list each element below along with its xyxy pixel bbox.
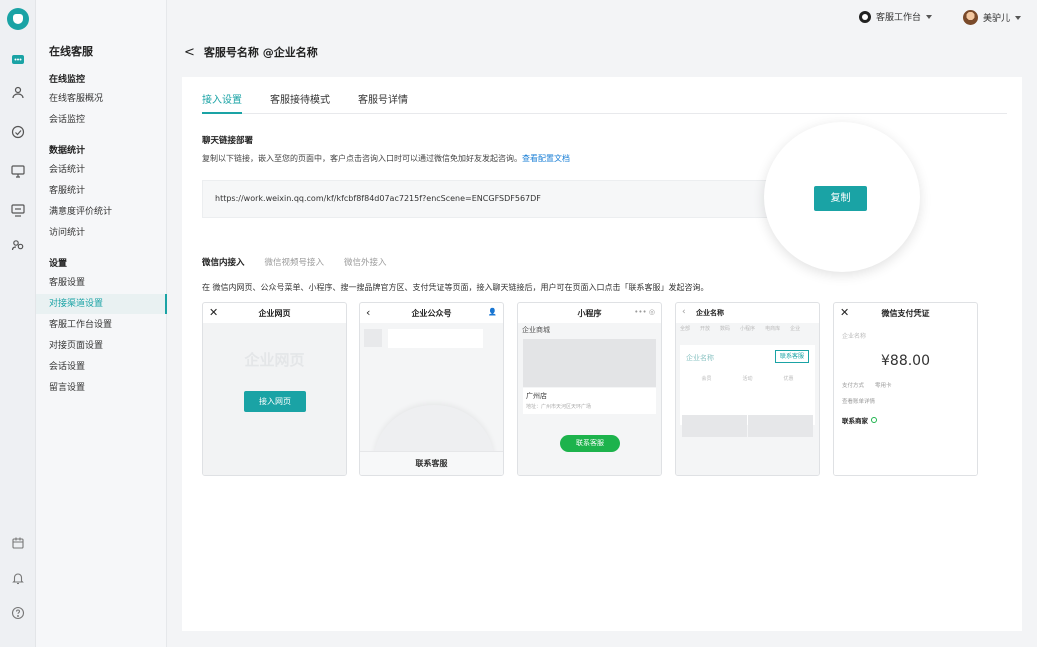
preview-web-button: 接入网页	[244, 391, 306, 412]
chevron-down-icon	[1015, 15, 1022, 20]
preview-mp-shop: 企业商城	[522, 326, 550, 334]
main-card: 接入设置 客服接待模式 客服号详情 聊天链接部署 复制以下链接，嵌入至您的页面中…	[182, 77, 1022, 631]
workbench-label: 客服工作台	[876, 13, 922, 23]
sidebar-group-stats: 数据统计	[49, 146, 86, 156]
sidebar-item-session-settings[interactable]: 会话设置	[36, 357, 167, 377]
sidebar-item-workbench-settings[interactable]: 客服工作台设置	[36, 315, 167, 335]
ent-feature-icons: 会员 活动 优惠	[701, 376, 794, 382]
subtab-description: 在 微信内网页、公众号菜单、小程序、搜一搜品牌官方区、支付凭证等页面，接入聊天链…	[202, 283, 709, 292]
preview-mp-button: 联系客服	[560, 435, 620, 452]
preview-web: ✕ 企业网页 企业网页 接入网页	[202, 302, 347, 476]
ent-tile	[748, 415, 813, 437]
back-icon: ‹	[682, 307, 686, 317]
chat-link-url: https://work.weixin.qq.com/kf/kfcbf8f84d…	[215, 194, 541, 203]
pay-contact-merchant: 联系商家	[842, 415, 877, 425]
sidebar-item-visit-stats[interactable]: 访问统计	[36, 223, 167, 243]
help-icon[interactable]	[10, 605, 26, 621]
close-icon: ✕	[840, 306, 850, 319]
access-subtabs: 微信内接入 微信视频号接入 微信外接入	[202, 256, 387, 268]
people-icon[interactable]	[10, 237, 26, 253]
user-name: 美驴儿	[983, 14, 1011, 24]
sidebar-item-agent-settings[interactable]: 客服设置	[36, 273, 167, 293]
page-header: < 客服号名称 @企业名称	[184, 44, 318, 60]
preview-oa-title: 企业公众号	[411, 308, 452, 318]
close-icon: ✕	[209, 306, 219, 319]
top-bar: 客服工作台 美驴儿	[167, 0, 1037, 34]
sidebar-item-message-settings[interactable]: 留言设置	[36, 378, 167, 398]
headset-small-icon	[871, 417, 877, 423]
chat-icon[interactable]	[10, 52, 26, 68]
person-icon: 👤	[488, 308, 497, 316]
preview-oa-contact: 联系客服	[360, 451, 503, 475]
monitor-icon[interactable]	[10, 202, 26, 218]
preview-mini-program: 小程序 ••• ◎ 企业商城 广州店 地址：广州市天河区天环广场 联系客服	[517, 302, 662, 476]
ent-category-tabs: 全部 开放 数码 小程序 电商库 企业	[680, 326, 801, 332]
preview-mp-title: 小程序	[577, 308, 602, 318]
mp-store-name: 广州店	[526, 392, 547, 400]
back-arrow-icon[interactable]: <	[184, 45, 195, 60]
user-tree-icon[interactable]	[10, 85, 26, 101]
mp-store-addr: 地址：广州市天河区天环广场	[526, 404, 592, 410]
sidebar-item-page-settings[interactable]: 对接页面设置	[36, 336, 167, 356]
sidebar-item-session-stats[interactable]: 会话统计	[36, 160, 167, 180]
ent-profile-card: 企业名称 联系客服 会员 活动 优惠	[680, 345, 815, 425]
gauge-icon[interactable]	[10, 124, 26, 140]
magnifier-highlight: 复制	[764, 122, 920, 272]
preview-payment: ✕ 微信支付凭证 企业名称 ¥88.00 支付方式 零用卡 查看账单详情 联系商…	[833, 302, 978, 476]
mp-banner	[523, 339, 656, 387]
logo-icon[interactable]	[7, 8, 29, 30]
bell-icon[interactable]	[10, 570, 26, 586]
pay-method-row: 支付方式 零用卡	[842, 383, 892, 389]
link-section-desc: 复制以下链接，嵌入至您的页面中，客户点击咨询入口时可以通过微信免加好友发起咨询。…	[202, 153, 570, 164]
preview-official-account: ‹ 企业公众号 👤 联系客服	[359, 302, 504, 476]
sidebar-group-monitor: 在线监控	[49, 75, 86, 85]
ent-contact-button: 联系客服	[774, 350, 809, 363]
tab-reception-mode[interactable]: 客服接待模式	[270, 91, 330, 114]
pay-amount: ¥88.00	[881, 353, 930, 369]
pay-contact-label: 联系商家	[842, 417, 868, 425]
link-box: https://work.weixin.qq.com/kf/kfcbf8f84d…	[202, 180, 831, 218]
sidebar-item-overview[interactable]: 在线客服概况	[36, 89, 167, 109]
subtab-wechat-outside[interactable]: 微信外接入	[344, 256, 387, 268]
page-title: 客服号名称 @企业名称	[203, 46, 318, 59]
mp-store-card: 广州店 地址：广州市天河区天环广场	[523, 388, 656, 414]
oa-avatar	[364, 329, 382, 347]
copy-button[interactable]: 复制	[814, 186, 867, 211]
tab-bar: 接入设置 客服接待模式 客服号详情	[202, 91, 1007, 114]
subtab-wechat-channels[interactable]: 微信视频号接入	[265, 256, 325, 268]
preview-ent-title: 企业名称	[696, 309, 724, 317]
user-menu[interactable]: 美驴儿	[963, 10, 1022, 25]
tab-access-settings[interactable]: 接入设置	[202, 91, 242, 114]
headset-icon	[859, 10, 871, 23]
sidebar: 在线客服 在线监控 在线客服概况 会话监控 数据统计 会话统计 客服统计 满意度…	[36, 0, 167, 647]
link-section-title: 聊天链接部署	[202, 136, 254, 146]
pay-bill-row: 查看账单详情	[842, 399, 876, 405]
preview-enterprise: ‹ 企业名称 全部 开放 数码 小程序 电商库 企业 企业名称 联系客服 会员 活动 优惠	[675, 302, 820, 476]
preview-web-title: 企业网页	[258, 308, 291, 318]
preview-web-ghost: 企业网页	[244, 351, 305, 369]
sidebar-item-channel-settings[interactable]: 对接渠道设置	[36, 294, 167, 314]
preview-pay-title: 微信支付凭证	[881, 308, 930, 318]
sidebar-group-settings: 设置	[49, 259, 68, 269]
workbench-menu[interactable]: 客服工作台	[859, 10, 933, 23]
oa-message-bubble	[388, 329, 483, 348]
tab-account-details[interactable]: 客服号详情	[358, 91, 408, 114]
sidebar-item-agent-stats[interactable]: 客服统计	[36, 181, 167, 201]
subtab-wechat-inside[interactable]: 微信内接入	[202, 256, 245, 268]
monitor-chat-icon[interactable]	[10, 163, 26, 179]
avatar	[963, 10, 978, 25]
ent-tile	[682, 415, 747, 437]
sidebar-item-satisfaction-stats[interactable]: 满意度评价统计	[36, 202, 167, 222]
pay-merchant: 企业名称	[842, 333, 867, 340]
sidebar-title: 在线客服	[49, 45, 93, 58]
ent-name: 企业名称	[686, 354, 714, 362]
sidebar-item-session-monitor[interactable]: 会话监控	[36, 110, 167, 130]
doc-link[interactable]: 查看配置文档	[522, 154, 570, 163]
link-desc-text: 复制以下链接，嵌入至您的页面中，客户点击咨询入口时可以通过微信免加好友发起咨询。	[202, 154, 522, 163]
back-icon: ‹	[366, 306, 371, 319]
chevron-down-icon	[926, 14, 933, 19]
calendar-icon[interactable]	[10, 535, 26, 551]
capsule-icon: ••• ◎	[634, 308, 655, 316]
icon-rail	[0, 0, 36, 647]
